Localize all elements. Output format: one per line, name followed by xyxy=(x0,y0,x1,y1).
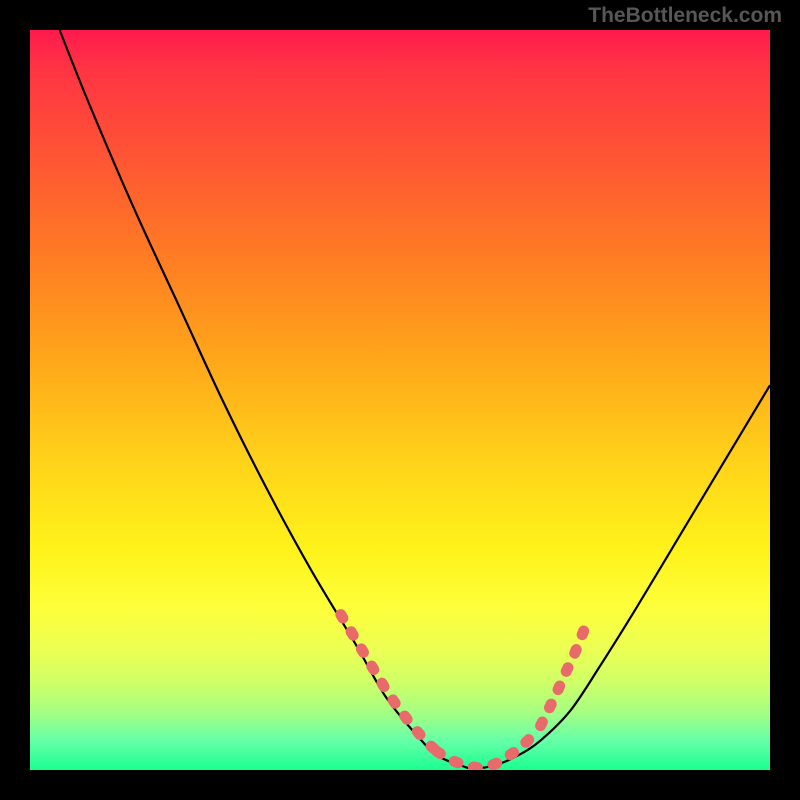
plot-area xyxy=(30,30,770,770)
highlight-right-arm xyxy=(541,618,589,725)
highlight-group xyxy=(341,615,589,768)
bottleneck-curve xyxy=(60,30,770,769)
highlight-bottom xyxy=(437,730,537,768)
chart-svg xyxy=(30,30,770,770)
curve-group xyxy=(60,30,770,769)
highlight-left-arm xyxy=(341,615,441,755)
watermark-text: TheBottleneck.com xyxy=(588,4,782,28)
